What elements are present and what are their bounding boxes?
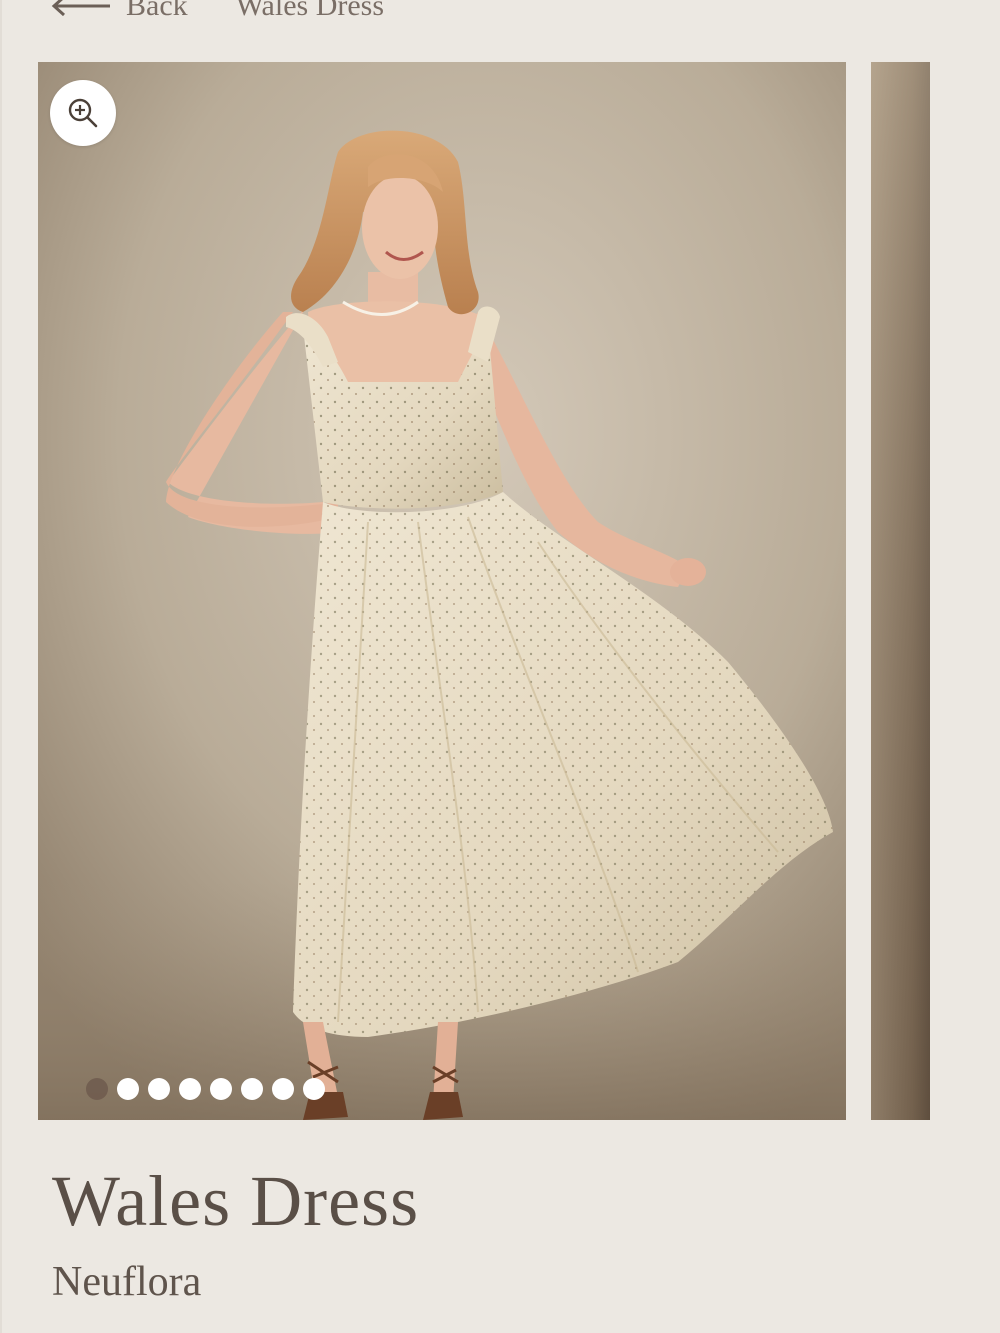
product-title: Wales Dress — [52, 1161, 420, 1241]
zoom-in-icon — [68, 98, 98, 128]
zoom-button[interactable] — [50, 80, 116, 146]
gallery-dot-5[interactable] — [210, 1078, 232, 1100]
gallery-dot-6[interactable] — [241, 1078, 263, 1100]
gallery-dot-3[interactable] — [148, 1078, 170, 1100]
arrow-left-icon — [51, 0, 110, 16]
gallery-dot-8[interactable] — [303, 1078, 325, 1100]
product-page: Back Wales Dress Wales Dress Neuflora — [0, 0, 1000, 1333]
back-link[interactable]: Back — [50, 0, 188, 23]
gallery-dot-2[interactable] — [117, 1078, 139, 1100]
gallery-dot-4[interactable] — [179, 1078, 201, 1100]
gallery-dot-1[interactable] — [86, 1078, 108, 1100]
breadcrumb-current: Wales Dress — [235, 0, 385, 22]
product-vendor[interactable]: Neuflora — [52, 1258, 201, 1306]
product-image-gallery[interactable] — [38, 62, 846, 1120]
top-navigation: Back Wales Dress — [50, 0, 384, 26]
next-slide-image — [871, 62, 930, 1120]
back-label: Back — [126, 0, 188, 22]
gallery-pagination — [86, 1078, 325, 1100]
product-photo — [38, 62, 846, 1120]
next-slide-preview[interactable] — [871, 62, 930, 1120]
gallery-dot-7[interactable] — [272, 1078, 294, 1100]
